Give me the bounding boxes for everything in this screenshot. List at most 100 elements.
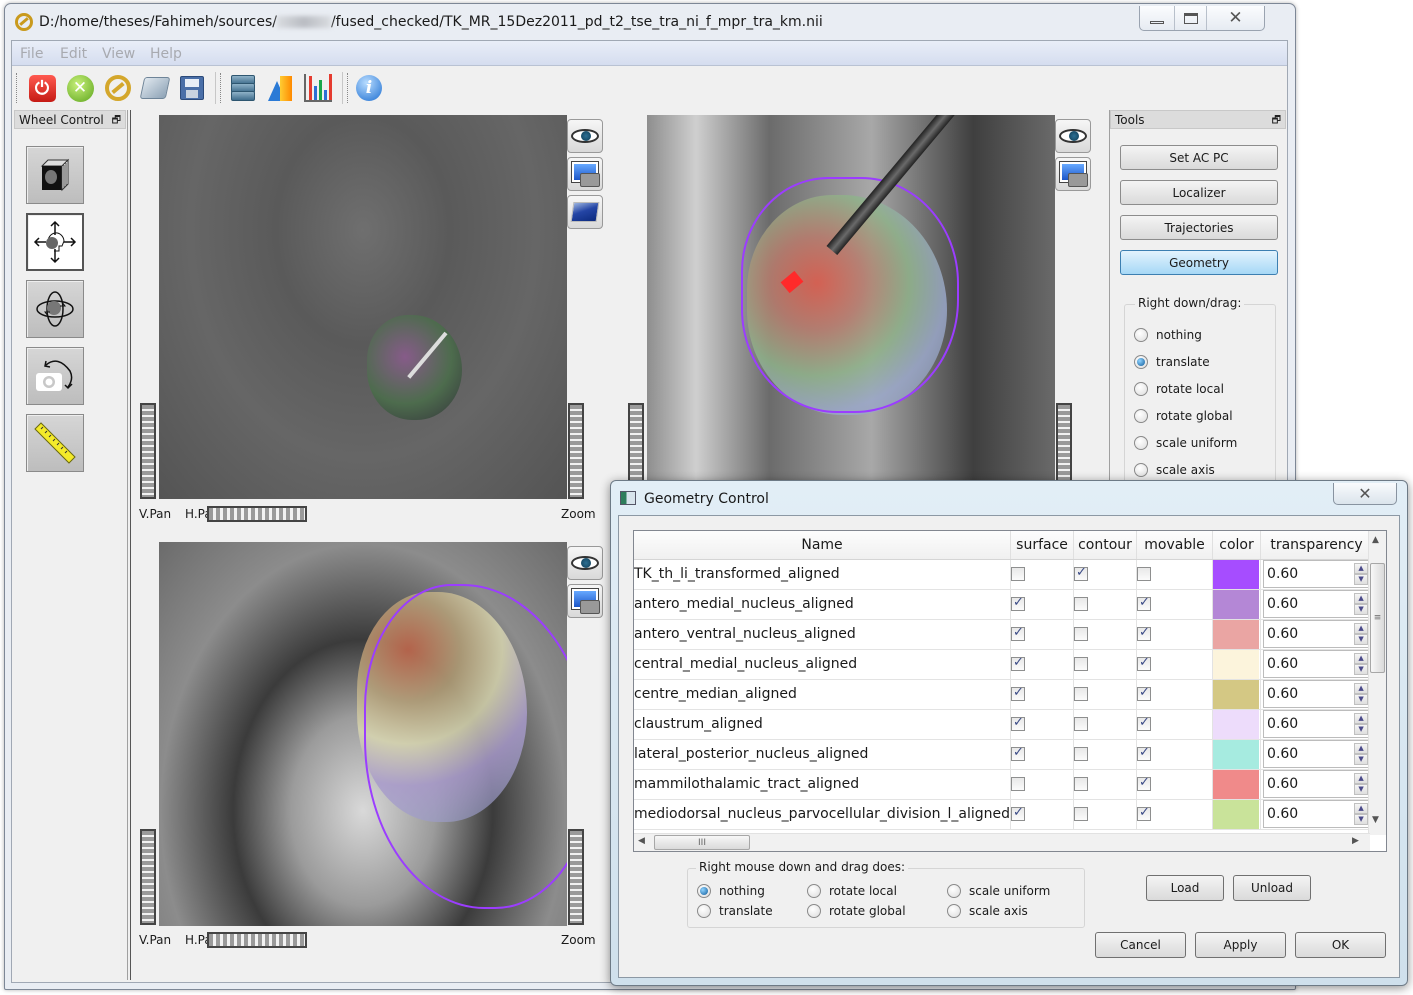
geometry-name[interactable]: mediodorsal_nucleus_parvocellular_divisi… [634,799,1012,830]
transparency-spinbox[interactable]: 0.60 ▲ ▼ [1263,770,1371,798]
table-row[interactable]: centre_median_aligned 0.60▲▼ [634,679,1374,710]
geometry-name[interactable]: central_medial_nucleus_aligned [634,649,1012,680]
geometry-name[interactable]: centre_median_aligned [634,679,1012,710]
tools-radio-scale-axis[interactable]: scale axis [1134,463,1215,477]
surface-checkbox[interactable] [1011,567,1026,581]
geometry-name[interactable]: lateral_posterior_nucleus_aligned [634,739,1012,770]
transparency-spinbox[interactable]: 0.60 ▲ ▼ [1263,800,1371,828]
column-header-color[interactable]: color [1212,531,1262,560]
maximize-button[interactable] [1174,6,1206,30]
spin-up-icon[interactable]: ▲ [1354,743,1369,754]
movable-checkbox[interactable] [1137,595,1152,611]
movable-checkbox[interactable] [1137,715,1152,731]
contour-checkbox[interactable] [1074,627,1089,641]
spin-down-icon[interactable]: ▼ [1354,754,1369,765]
tools-radio-scale-uniform[interactable]: scale uniform [1134,436,1237,450]
geometry-button[interactable]: Geometry [1120,250,1278,275]
tools-radio-translate[interactable]: translate [1134,355,1210,369]
surface-checkbox[interactable] [1011,655,1026,671]
transparency-value[interactable]: 0.60 [1264,626,1354,642]
app-ring-button[interactable] [103,73,133,103]
radio-indicator[interactable] [1134,355,1148,369]
transparency-spinbox[interactable]: 0.60 ▲ ▼ [1263,740,1371,768]
horizontal-scrollbar[interactable]: ◀ III ▶ [634,833,1370,851]
column-header-contour[interactable]: contour [1073,531,1138,560]
color-swatch[interactable] [1213,799,1260,829]
spin-down-icon[interactable]: ▼ [1354,574,1369,585]
measure-tool-button[interactable] [26,414,84,472]
spin-up-icon[interactable]: ▲ [1354,683,1369,694]
transparency-value[interactable]: 0.60 [1264,776,1354,792]
spin-down-icon[interactable]: ▼ [1354,694,1369,705]
spin-down-icon[interactable]: ▼ [1354,634,1369,645]
movable-checkbox[interactable] [1137,685,1152,701]
screenshot-button[interactable] [567,157,603,191]
table-row[interactable]: antero_medial_nucleus_aligned 0.60▲▼ [634,589,1374,620]
transparency-value[interactable]: 0.60 [1264,596,1354,612]
radio-indicator[interactable] [807,884,821,898]
table-row[interactable]: mediodorsal_nucleus_parvocellular_divisi… [634,799,1374,830]
contour-checkbox[interactable] [1074,565,1089,581]
close-button[interactable]: ✕ [1206,6,1264,30]
color-swatch[interactable] [1213,619,1260,649]
dialog-close-button[interactable]: ✕ [1333,483,1397,505]
spin-up-icon[interactable]: ▲ [1354,653,1369,664]
column-header-surface[interactable]: surface [1010,531,1075,560]
column-header-movable[interactable]: movable [1136,531,1214,560]
table-row[interactable]: lateral_posterior_nucleus_aligned 0.60▲▼ [634,739,1374,770]
set-ac-pc-button[interactable]: Set AC PC [1120,145,1278,170]
slice-volume-tool-button[interactable] [26,146,84,204]
transparency-value[interactable]: 0.60 [1264,686,1354,702]
surface-checkbox[interactable] [1011,595,1026,611]
color-swatch[interactable] [1213,559,1260,589]
tools-radio-rotate-local[interactable]: rotate local [1134,382,1224,396]
trajectories-button[interactable]: Trajectories [1120,215,1278,240]
spin-up-icon[interactable]: ▲ [1354,623,1369,634]
vertical-scrollbar[interactable]: ▲ ≡ ▼ [1368,531,1386,835]
table-row[interactable]: central_medial_nucleus_aligned 0.60▲▼ [634,649,1374,680]
screenshot-button[interactable] [1055,157,1091,191]
vpan-wheel[interactable] [140,403,156,499]
menu-edit[interactable]: Edit [60,46,87,62]
movable-checkbox[interactable] [1137,805,1152,821]
radio-indicator[interactable] [1134,382,1148,396]
visibility-toggle-button[interactable] [1055,119,1091,153]
load-button[interactable]: Load [1146,875,1224,901]
color-swatch[interactable] [1213,739,1260,769]
movable-checkbox[interactable] [1137,655,1152,671]
horizontal-scroll-thumb[interactable]: III [654,835,750,850]
layers-button[interactable] [228,73,258,103]
radio-indicator[interactable] [947,904,961,918]
surface-checkbox[interactable] [1011,745,1026,761]
column-header-transparency[interactable]: transparency [1260,531,1374,560]
spin-up-icon[interactable]: ▲ [1354,713,1369,724]
spin-up-icon[interactable]: ▲ [1354,593,1369,604]
transparency-value[interactable]: 0.60 [1264,566,1354,582]
geometry-name[interactable]: TK_th_li_transformed_aligned [634,559,1012,590]
table-row[interactable]: mammilothalamic_tract_aligned 0.60▲▼ [634,769,1374,800]
contour-checkbox[interactable] [1074,807,1089,821]
contour-checkbox[interactable] [1074,597,1089,611]
spin-up-icon[interactable]: ▲ [1354,803,1369,814]
color-swatch[interactable] [1213,769,1260,799]
viewport-axial[interactable] [159,115,567,499]
tools-radio-nothing[interactable]: nothing [1134,328,1202,342]
viewport-coronal[interactable] [159,542,567,926]
column-header-name[interactable]: Name [634,531,1012,560]
spin-down-icon[interactable]: ▼ [1354,724,1369,735]
visibility-toggle-button[interactable] [567,119,603,153]
3d-view-button[interactable] [567,195,603,229]
ok-button[interactable]: OK [1295,932,1386,958]
radio-indicator[interactable] [1134,463,1148,477]
surface-checkbox[interactable] [1011,625,1026,641]
surface-checkbox[interactable] [1011,777,1026,791]
movable-checkbox[interactable] [1137,625,1152,641]
shapes-button[interactable] [265,73,295,103]
table-row[interactable]: antero_ventral_nucleus_aligned 0.60▲▼ [634,619,1374,650]
spin-down-icon[interactable]: ▼ [1354,784,1369,795]
contour-checkbox[interactable] [1074,747,1089,761]
transparency-spinbox[interactable]: 0.60 ▲ ▼ [1263,650,1371,678]
radio-indicator[interactable] [1134,328,1148,342]
geometry-name[interactable]: mammilothalamic_tract_aligned [634,769,1012,800]
quit-button[interactable]: ⏻ [27,73,57,103]
